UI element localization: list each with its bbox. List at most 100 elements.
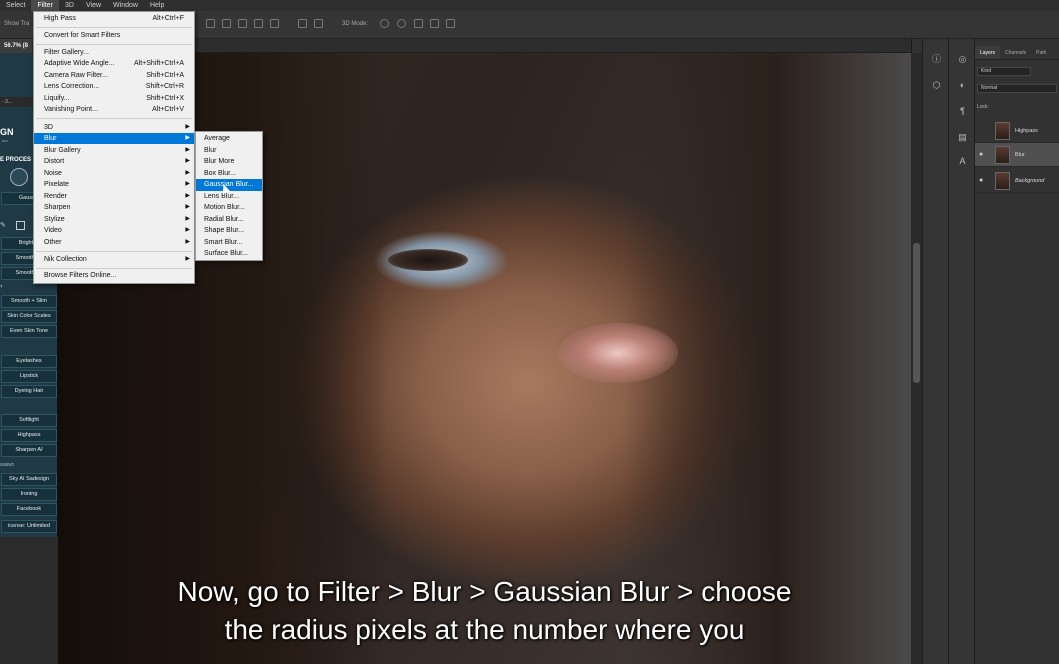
sky-ai-button[interactable]: Sky AI Sadesign: [1, 473, 57, 486]
distribute-icon[interactable]: [298, 19, 307, 28]
menu-item-label: Convert for Smart Filters: [44, 32, 121, 39]
photoshop-window: Select Filter 3D View Window Help Show T…: [0, 0, 1059, 664]
menu-item-vanishing-point[interactable]: Vanishing Point... Alt+Ctrl+V: [34, 104, 194, 115]
layer-row-selected[interactable]: ● Blur: [975, 143, 1059, 167]
blur-submenu: Average Blur Blur More Box Blur... Gauss…: [195, 131, 263, 261]
menu-item-blur-gallery[interactable]: Blur Gallery ▶: [34, 145, 194, 156]
properties-icon[interactable]: ▤: [957, 132, 968, 143]
scrollbar-thumb[interactable]: [913, 243, 920, 383]
skin-color-scales-button[interactable]: Skin Color Scales: [1, 310, 57, 323]
layers-panel-tabs: Layers Channels Path: [975, 46, 1059, 60]
tab-paths[interactable]: Path: [1031, 46, 1051, 59]
menu-item-blur[interactable]: Blur ▶: [34, 133, 194, 144]
paragraph-icon[interactable]: ¶: [957, 106, 968, 117]
character-icon[interactable]: A: [957, 156, 968, 167]
submenu-arrow-icon: ▶: [185, 256, 190, 262]
menu-item-nik-collection[interactable]: Nik Collection ▶: [34, 254, 194, 265]
grid-icon[interactable]: [16, 221, 25, 230]
3d-pan-icon[interactable]: [414, 19, 423, 28]
menu-item-label: High Pass: [44, 15, 76, 22]
adjustments-icon[interactable]: ◐: [957, 80, 968, 91]
blend-mode-select[interactable]: Normal: [977, 84, 1057, 93]
even-skin-tone-button[interactable]: Even Skin Tone: [1, 325, 57, 338]
align-icon[interactable]: [238, 19, 247, 28]
blur-item-radial-blur[interactable]: Radial Blur...: [196, 214, 262, 226]
blur-item-shape-blur[interactable]: Shape Blur...: [196, 225, 262, 237]
highpass-button[interactable]: Highpass: [1, 429, 57, 442]
menu-view[interactable]: View: [80, 0, 107, 11]
submenu-arrow-icon: ▶: [185, 239, 190, 245]
submenu-arrow-icon: ▶: [185, 204, 190, 210]
menu-item-browse-filters-online[interactable]: Browse Filters Online...: [34, 270, 194, 281]
align-icon[interactable]: [222, 19, 231, 28]
menu-item-3d[interactable]: 3D ▶: [34, 122, 194, 133]
menu-item-adaptive-wide-angle[interactable]: Adaptive Wide Angle... Alt+Shift+Ctrl+A: [34, 58, 194, 69]
filter-menu: High Pass Alt+Ctrl+F Convert for Smart Fi…: [33, 11, 195, 284]
menu-item-noise[interactable]: Noise ▶: [34, 168, 194, 179]
blur-item-surface-blur[interactable]: Surface Blur...: [196, 248, 262, 260]
lipstick-button[interactable]: Lipstick: [1, 370, 57, 383]
align-icon[interactable]: [270, 19, 279, 28]
align-icon[interactable]: [254, 19, 263, 28]
visibility-eye-icon[interactable]: ●: [979, 177, 983, 184]
softlight-button[interactable]: Softlight: [1, 414, 57, 427]
smooth-slim-button[interactable]: Smooth + Slim: [1, 295, 57, 308]
3d-slide-icon[interactable]: [430, 19, 439, 28]
dyeing-hair-button[interactable]: Dyeing Hair: [1, 385, 57, 398]
facebook-button[interactable]: Facebook: [1, 503, 57, 516]
tab-channels[interactable]: Channels: [1000, 46, 1031, 59]
visibility-eye-icon[interactable]: ●: [979, 151, 983, 158]
menu-window[interactable]: Window: [107, 0, 144, 11]
layer-filter-kind[interactable]: Kind: [977, 67, 1031, 76]
color-icon[interactable]: ◎: [957, 54, 968, 65]
menu-item-pixelate[interactable]: Pixelate ▶: [34, 179, 194, 190]
sharpen-ai-button[interactable]: Sharpen AI: [1, 444, 57, 457]
menu-item-other[interactable]: Other ▶: [34, 237, 194, 248]
menu-3d[interactable]: 3D: [59, 0, 80, 11]
canvas-scrollbar[interactable]: [911, 53, 922, 664]
menu-filter[interactable]: Filter: [31, 0, 60, 11]
menu-item-sharpen[interactable]: Sharpen ▶: [34, 202, 194, 213]
info-icon[interactable]: ⓘ: [931, 54, 942, 65]
aperture-icon[interactable]: [10, 168, 28, 186]
menu-item-high-pass[interactable]: High Pass Alt+Ctrl+F: [34, 13, 194, 24]
menu-item-label: Vanishing Point...: [44, 106, 98, 113]
layer-name[interactable]: Highpass: [1015, 128, 1038, 134]
layer-name[interactable]: Blur: [1015, 152, 1025, 158]
blur-item-smart-blur[interactable]: Smart Blur...: [196, 237, 262, 249]
menu-item-distort[interactable]: Distort ▶: [34, 156, 194, 167]
align-icon[interactable]: [206, 19, 215, 28]
show-transform-label[interactable]: Show Tra: [4, 21, 29, 27]
ironing-button[interactable]: Ironing: [1, 488, 57, 501]
menu-item-video[interactable]: Video ▶: [34, 225, 194, 236]
blur-item-blur-more[interactable]: Blur More: [196, 156, 262, 168]
distribute-icon[interactable]: [314, 19, 323, 28]
blur-item-blur[interactable]: Blur: [196, 145, 262, 157]
3d-mode-label: 3D Mode:: [342, 21, 369, 27]
menu-item-stylize[interactable]: Stylize ▶: [34, 214, 194, 225]
blur-item-motion-blur[interactable]: Motion Blur...: [196, 202, 262, 214]
license-label: icense: Unlimited: [1, 520, 57, 533]
menu-item-convert-smart-filters[interactable]: Convert for Smart Filters: [34, 30, 194, 41]
3d-scale-icon[interactable]: [446, 19, 455, 28]
3d-orbit-icon[interactable]: [380, 19, 389, 28]
layer-name[interactable]: Background: [1015, 178, 1044, 184]
menu-item-liquify[interactable]: Liquify... Shift+Ctrl+X: [34, 93, 194, 104]
layer-row[interactable]: ● Background: [975, 169, 1059, 193]
blur-item-lens-blur[interactable]: Lens Blur...: [196, 191, 262, 203]
3d-roll-icon[interactable]: [397, 19, 406, 28]
menu-help[interactable]: Help: [144, 0, 170, 11]
brush-icon[interactable]: ✎: [0, 221, 8, 229]
menu-select[interactable]: Select: [0, 0, 31, 11]
menu-item-render[interactable]: Render ▶: [34, 191, 194, 202]
blur-item-box-blur[interactable]: Box Blur...: [196, 168, 262, 180]
document-tab[interactable]: 56.7% (8: [0, 39, 33, 53]
menu-item-lens-correction[interactable]: Lens Correction... Shift+Ctrl+R: [34, 81, 194, 92]
3d-icon[interactable]: ⬡: [931, 80, 942, 91]
menu-item-filter-gallery[interactable]: Filter Gallery...: [34, 47, 194, 58]
layer-row[interactable]: Highpass: [975, 119, 1059, 143]
blur-item-average[interactable]: Average: [196, 133, 262, 145]
eyelashes-button[interactable]: Eyelashes: [1, 355, 57, 368]
menu-item-camera-raw[interactable]: Camera Raw Filter... Shift+Ctrl+A: [34, 70, 194, 81]
tab-layers[interactable]: Layers: [975, 46, 1001, 59]
